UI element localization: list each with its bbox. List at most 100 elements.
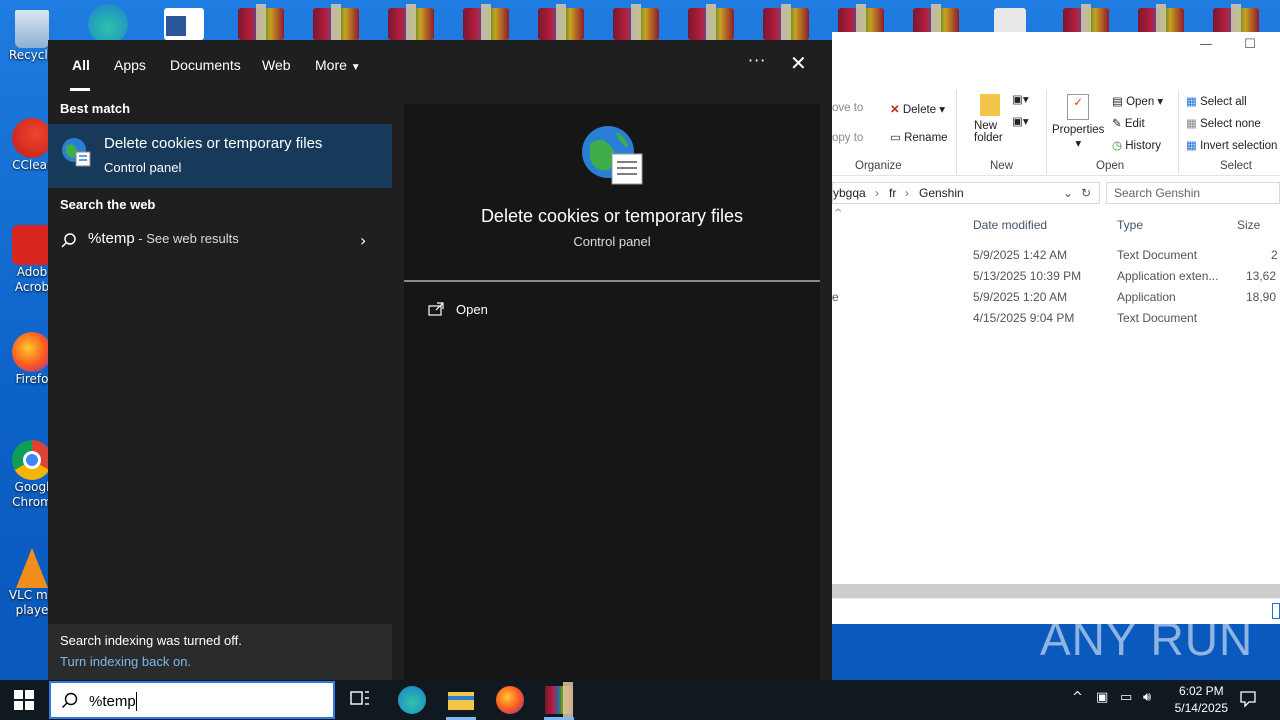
volume-icon[interactable]: 🔊︎ (1143, 690, 1151, 705)
minimize-button[interactable]: — (1198, 38, 1214, 52)
edge-desktop-icon[interactable] (88, 4, 128, 44)
file-date: 4/15/2025 9:04 PM (973, 311, 1075, 325)
winrar-archive-icon[interactable] (763, 4, 809, 44)
winrar-archive-icon[interactable] (313, 4, 359, 44)
winrar-archive-icon[interactable] (238, 4, 284, 44)
chevron-right-icon[interactable]: › (360, 231, 366, 250)
taskbar-clock[interactable]: 6:02 PM 5/14/2025 (1175, 683, 1228, 717)
device-icon[interactable]: ▣ (1096, 690, 1108, 705)
file-name: e (832, 290, 839, 304)
file-explorer-window: — ☐ ove to opy to ✕ Delete ▾ ▭ Rename Ne… (832, 32, 1280, 624)
vlc-icon (16, 548, 48, 588)
breadcrumb-segment[interactable]: Genshin (919, 186, 964, 200)
edit-icon: ✎ (1112, 118, 1122, 130)
task-view-button[interactable] (348, 686, 376, 714)
history-label: History (1125, 140, 1162, 152)
best-match-result[interactable]: Delete cookies or temporary files Contro… (48, 124, 392, 188)
column-header-type[interactable]: Type (1117, 218, 1143, 232)
maximize-button[interactable]: ☐ (1242, 38, 1258, 52)
task-view-icon (350, 691, 369, 705)
tab-more-label: More (315, 57, 347, 73)
easy-access-icon[interactable]: ▣▾ (1012, 114, 1029, 128)
edit-button[interactable]: ✎ Edit (1112, 116, 1145, 130)
turn-indexing-on-link[interactable]: Turn indexing back on. (60, 654, 191, 669)
edge-taskbar-icon[interactable] (398, 686, 426, 714)
file-date: 5/13/2025 10:39 PM (973, 269, 1082, 283)
new-folder-label-1: New (974, 120, 998, 132)
file-size: 13,62 (1246, 269, 1277, 283)
select-none-button[interactable]: ▦ Select none (1186, 116, 1261, 130)
web-suffix: - See web results (134, 231, 239, 246)
file-size: 2 (1271, 248, 1278, 262)
properties-label: Properties (1052, 124, 1105, 136)
select-none-icon: ▦ (1186, 118, 1197, 130)
properties-button[interactable]: ✓ Properties ▾ (1052, 94, 1104, 150)
folder-icon (980, 94, 1000, 116)
open-button[interactable]: ▤ Open ▾ (1112, 94, 1163, 108)
adobe-acrobat-icon (12, 225, 52, 265)
new-item-icon[interactable]: ▣▾ (1012, 92, 1029, 106)
search-tabs: All Apps Documents Web More ▼ ··· ✕ (48, 40, 832, 92)
winrar-archive-icon[interactable] (688, 4, 734, 44)
column-header-size[interactable]: Size (1237, 218, 1260, 232)
file-explorer-taskbar-icon[interactable] (447, 686, 475, 714)
horizontal-scrollbar[interactable] (832, 584, 1280, 598)
tab-more[interactable]: More ▼ (315, 57, 361, 73)
new-folder-button[interactable]: New folder (974, 94, 1003, 144)
select-all-button[interactable]: ▦ Select all (1186, 94, 1247, 108)
windows-logo-icon (14, 690, 34, 710)
tab-all[interactable]: All (72, 57, 90, 73)
winrar-archive-icon[interactable] (388, 4, 434, 44)
search-panel: All Apps Documents Web More ▼ ··· ✕ Best… (48, 40, 832, 680)
notification-center-button[interactable] (1239, 690, 1257, 711)
rename-label: Rename (904, 132, 948, 144)
tab-documents[interactable]: Documents (170, 57, 241, 73)
active-tab-indicator (70, 88, 90, 91)
taskbar-search-box[interactable]: %temp (49, 681, 335, 719)
word-document-icon[interactable] (164, 8, 204, 40)
invert-selection-button[interactable]: ▦ Invert selection (1186, 138, 1277, 152)
indexing-notice: Search indexing was turned off. Turn ind… (48, 624, 392, 680)
column-header-date[interactable]: Date modified (973, 218, 1047, 232)
file-type: Text Document (1117, 311, 1198, 325)
move-to-button[interactable]: ove to (832, 102, 863, 114)
breadcrumb-segment[interactable]: fr (889, 186, 896, 200)
recycle-bin-icon (15, 10, 49, 48)
breadcrumb-segment[interactable]: ybgqa (833, 186, 866, 200)
tab-apps[interactable]: Apps (114, 57, 146, 73)
search-web-header: Search the web (60, 197, 156, 212)
copy-to-button[interactable]: opy to (832, 132, 863, 144)
address-dropdown-icon[interactable]: ⌄ (1063, 186, 1073, 200)
chevron-up-icon[interactable]: ^ (1072, 690, 1083, 705)
history-button[interactable]: ◷ History (1112, 138, 1161, 152)
winrar-archive-icon[interactable] (538, 4, 584, 44)
firefox-taskbar-icon[interactable] (496, 686, 524, 714)
ellipsis-icon[interactable]: ··· (748, 51, 766, 70)
open-action-label: Open (456, 302, 488, 317)
taskbar-search-input[interactable]: %temp (89, 693, 136, 710)
clock-date: 5/14/2025 (1174, 701, 1228, 715)
open-action[interactable]: Open (404, 294, 820, 326)
rename-button[interactable]: ▭ Rename (890, 130, 948, 144)
explorer-search-input[interactable]: Search Genshin (1106, 182, 1280, 204)
results-list: Best match Delete cookies or temporary f… (48, 92, 392, 680)
sort-up-icon: ^ (834, 208, 843, 219)
firefox-icon (12, 332, 52, 372)
delete-button[interactable]: ✕ Delete ▾ (890, 102, 945, 116)
web-search-result[interactable]: %temp - See web results › (48, 226, 392, 262)
details-view-icon[interactable] (1272, 603, 1280, 619)
open-group-label: Open (1096, 160, 1125, 172)
start-button[interactable] (14, 690, 34, 713)
chrome-icon (12, 440, 52, 480)
winrar-archive-icon[interactable] (613, 4, 659, 44)
network-icon[interactable]: ▭ (1120, 690, 1132, 705)
select-none-label: Select none (1200, 118, 1261, 130)
text-cursor (136, 692, 137, 711)
refresh-icon[interactable]: ↻ (1081, 186, 1091, 200)
address-bar[interactable]: ybgqa › fr › Genshin ⌄ ↻ (832, 182, 1100, 204)
ribbon-divider (1046, 90, 1047, 174)
tab-web[interactable]: Web (262, 57, 291, 73)
winrar-taskbar-icon[interactable] (545, 682, 573, 720)
winrar-archive-icon[interactable] (463, 4, 509, 44)
close-icon[interactable]: ✕ (790, 52, 807, 74)
